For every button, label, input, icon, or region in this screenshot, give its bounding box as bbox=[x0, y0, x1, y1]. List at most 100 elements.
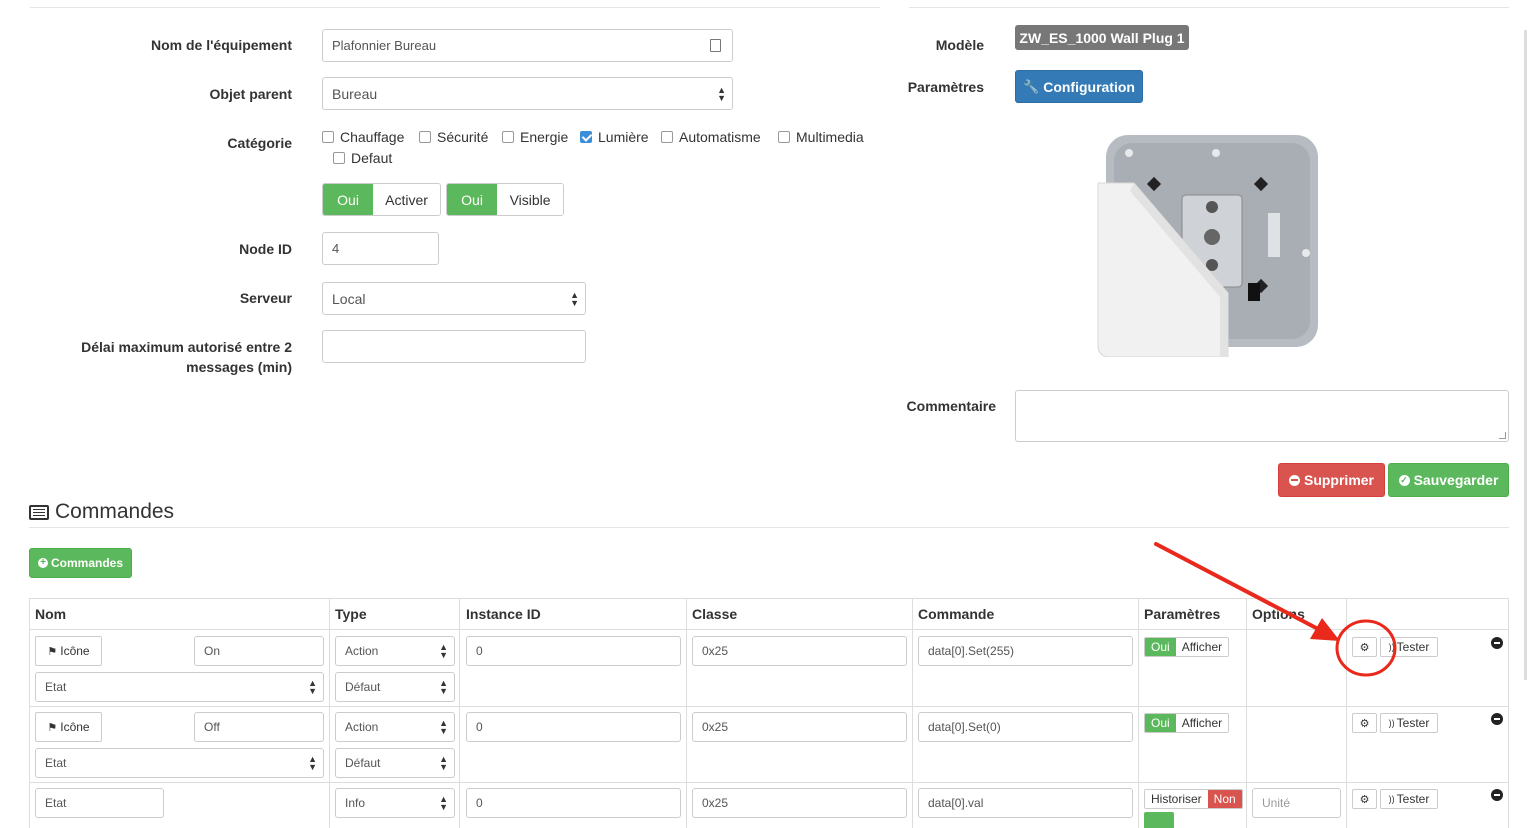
add-command-button[interactable]: + Commandes bbox=[29, 548, 132, 578]
col-header-type: Type bbox=[335, 606, 367, 622]
command-name-input[interactable]: Off bbox=[194, 712, 324, 742]
test-button[interactable]: )) Tester bbox=[1380, 789, 1438, 809]
remove-command-icon[interactable] bbox=[1491, 637, 1503, 649]
category-securite[interactable]: Sécurité bbox=[419, 129, 488, 145]
checkbox-icon bbox=[502, 131, 514, 143]
table-col-divider bbox=[1138, 598, 1139, 828]
afficher-toggle[interactable]: Oui Afficher bbox=[1144, 713, 1230, 733]
command-name-value: On bbox=[204, 644, 221, 658]
plus-circle-icon: + bbox=[37, 558, 48, 568]
col-header-commande: Commande bbox=[918, 606, 995, 622]
commande-input[interactable]: data[0].Set(0) bbox=[918, 712, 1133, 742]
category-chauffage-label: Chauffage bbox=[340, 129, 405, 145]
scrollbar-track[interactable] bbox=[1524, 30, 1527, 680]
command-name-value: Off bbox=[204, 720, 220, 734]
category-securite-label: Sécurité bbox=[437, 129, 489, 145]
model-badge: ZW_ES_1000 Wall Plug 1 bbox=[1015, 25, 1189, 50]
save-button-label: Sauvegarder bbox=[1413, 472, 1499, 488]
classe-value: 0x25 bbox=[702, 644, 729, 658]
params-label: Paramètres bbox=[907, 79, 984, 95]
delay-input[interactable] bbox=[322, 330, 586, 363]
col-header-classe: Classe bbox=[692, 606, 738, 622]
commande-value: data[0].Set(255) bbox=[928, 644, 1015, 658]
category-defaut[interactable]: Defaut bbox=[333, 150, 392, 166]
instance-id-input[interactable]: 0 bbox=[466, 636, 681, 666]
test-button-label: Tester bbox=[1396, 640, 1430, 654]
server-select[interactable]: Local ▲ ▼ bbox=[322, 282, 586, 315]
afficher-toggle-partial[interactable] bbox=[1144, 812, 1174, 828]
rss-icon: )) bbox=[1388, 794, 1395, 804]
comment-textarea[interactable] bbox=[1015, 390, 1509, 442]
configuration-button[interactable]: 🔧 Configuration bbox=[1015, 70, 1143, 103]
instance-id-input[interactable]: 0 bbox=[466, 712, 681, 742]
parent-object-select[interactable]: Bureau ▲ ▼ bbox=[322, 77, 733, 110]
instance-id-input[interactable]: 0 bbox=[466, 788, 681, 818]
category-lumiere[interactable]: Lumière bbox=[580, 129, 649, 145]
classe-input[interactable]: 0x25 bbox=[692, 636, 907, 666]
advanced-config-button[interactable]: ⚙ bbox=[1352, 713, 1377, 733]
type-value: Info bbox=[345, 796, 366, 810]
generic-type-select[interactable]: Etat ▲ ▼ bbox=[35, 748, 324, 778]
category-chauffage[interactable]: Chauffage bbox=[322, 129, 404, 145]
commande-value: data[0].Set(0) bbox=[928, 720, 1001, 734]
unit-input[interactable]: Unité bbox=[1252, 788, 1341, 818]
cogs-icon: ⚙ bbox=[1359, 793, 1370, 806]
historiser-toggle[interactable]: Historiser Non bbox=[1144, 789, 1243, 809]
equipment-name-input[interactable]: Plafonnier Bureau bbox=[322, 29, 733, 62]
checkbox-icon bbox=[661, 131, 673, 143]
select-arrows-icon: ▲ ▼ bbox=[439, 794, 448, 812]
configuration-button-label: Configuration bbox=[1043, 78, 1135, 95]
table-row-icon-button[interactable]: ⚑ Icône bbox=[35, 712, 102, 742]
historiser-label: Historiser bbox=[1145, 790, 1208, 808]
table-right-border bbox=[1508, 598, 1509, 828]
device-image bbox=[1097, 135, 1318, 357]
remove-command-icon[interactable] bbox=[1491, 789, 1503, 801]
activer-label: Activer bbox=[373, 184, 440, 215]
type-value: Action bbox=[345, 644, 379, 658]
contact-card-icon bbox=[710, 39, 721, 52]
resize-handle-icon[interactable] bbox=[1499, 432, 1506, 439]
instance-id-value: 0 bbox=[476, 644, 483, 658]
save-button[interactable]: ✓ Sauvegarder bbox=[1388, 463, 1509, 497]
top-divider-right bbox=[909, 7, 1509, 8]
category-energie[interactable]: Energie bbox=[502, 129, 568, 145]
add-command-button-label: Commandes bbox=[50, 556, 124, 570]
advanced-config-button[interactable]: ⚙ bbox=[1352, 789, 1377, 809]
afficher-on-label: Oui bbox=[1145, 714, 1176, 732]
command-name-input[interactable]: Etat bbox=[35, 788, 164, 818]
top-divider-left bbox=[30, 7, 880, 8]
commande-input[interactable]: data[0].Set(255) bbox=[918, 636, 1133, 666]
table-row-icon-button[interactable]: ⚑ Icône bbox=[35, 636, 102, 666]
commande-value: data[0].val bbox=[928, 796, 984, 810]
commande-input[interactable]: data[0].val bbox=[918, 788, 1133, 818]
remove-command-icon[interactable] bbox=[1491, 713, 1503, 725]
select-arrows-icon: ▲ ▼ bbox=[308, 754, 317, 772]
subtype-select[interactable]: Défaut ▲ ▼ bbox=[335, 672, 455, 702]
generic-type-select[interactable]: Etat ▲ ▼ bbox=[35, 672, 324, 702]
subtype-value: Défaut bbox=[345, 680, 381, 694]
checkbox-checked-icon bbox=[580, 131, 592, 143]
command-name-value: Etat bbox=[45, 796, 67, 810]
type-select[interactable]: Action ▲ ▼ bbox=[335, 712, 455, 742]
type-select[interactable]: Info ▲ ▼ bbox=[335, 788, 455, 818]
classe-input[interactable]: 0x25 bbox=[692, 712, 907, 742]
category-automatisme[interactable]: Automatisme bbox=[661, 129, 761, 145]
table-col-divider bbox=[459, 598, 460, 828]
delete-button[interactable]: Supprimer bbox=[1278, 463, 1385, 497]
category-multimedia[interactable]: Multimedia bbox=[778, 129, 864, 145]
subtype-select[interactable]: Défaut ▲ ▼ bbox=[335, 748, 455, 778]
category-energie-label: Energie bbox=[520, 129, 569, 145]
select-arrows-icon: ▲ ▼ bbox=[439, 718, 448, 736]
classe-input[interactable]: 0x25 bbox=[692, 788, 907, 818]
test-button[interactable]: )) Tester bbox=[1380, 713, 1438, 733]
flag-icon: ⚑ bbox=[47, 721, 58, 734]
test-button-label: Tester bbox=[1396, 716, 1430, 730]
activer-toggle[interactable]: Oui Activer bbox=[322, 183, 441, 216]
afficher-label: Afficher bbox=[1175, 714, 1229, 732]
col-header-nom: Nom bbox=[35, 606, 67, 622]
command-name-input[interactable]: On bbox=[194, 636, 324, 666]
type-select[interactable]: Action ▲ ▼ bbox=[335, 636, 455, 666]
visible-toggle[interactable]: Oui Visible bbox=[446, 183, 564, 216]
table-col-divider bbox=[912, 598, 913, 828]
nodeid-input[interactable]: 4 bbox=[322, 232, 439, 265]
